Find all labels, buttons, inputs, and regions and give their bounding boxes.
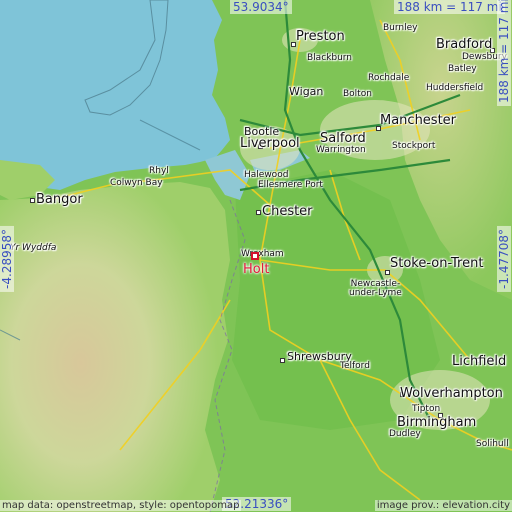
city-label-birmingham: Birmingham — [397, 415, 477, 430]
city-label-bangor: Bangor — [36, 192, 83, 207]
coord-top-latitude: 53.9034° — [230, 0, 292, 14]
city-dot-chester — [256, 210, 261, 215]
city-label-colwyn-bay: Colwyn Bay — [110, 178, 163, 188]
city-label-tipton: Tipton — [412, 404, 441, 414]
city-label-rhyl: Rhyl — [149, 166, 169, 176]
map-canvas[interactable]: Preston Burnley Bradford Blackburn Dewsb… — [0, 0, 512, 512]
city-label-burnley: Burnley — [383, 23, 418, 33]
city-label-dudley: Dudley — [389, 429, 421, 439]
city-label-wrexham: Wrexham — [241, 249, 284, 259]
city-label-wolverhampton: Wolverhampton — [400, 386, 503, 401]
location-marker[interactable] — [251, 252, 259, 260]
city-label-wigan: Wigan — [289, 85, 324, 98]
city-dot-bangor — [30, 198, 35, 203]
city-label-ellesmere-port: Ellesmere Port — [258, 180, 323, 190]
city-label-bolton: Bolton — [343, 89, 372, 99]
attribution-image-provider: image prov.: elevation.city — [374, 500, 512, 511]
scale-horizontal: 188 km = 117 mi — [394, 0, 505, 14]
city-label-salford: Salford — [320, 131, 366, 146]
city-label-halewood: Halewood — [244, 170, 289, 180]
attribution-map-data: map data: openstreetmap, style: opentopo… — [0, 500, 242, 511]
peak-label-yr-wyddfa: Yr Wyddfa — [10, 243, 57, 253]
city-label-manchester: Manchester — [380, 113, 457, 128]
city-label-newcastle-under-lyme: Newcastle- under-Lyme — [349, 279, 402, 298]
city-label-warrington: Warrington — [316, 145, 366, 155]
scale-vertical: 188 km = 117 mi — [497, 0, 511, 106]
city-label-liverpool: Liverpool — [240, 136, 300, 151]
city-label-lichfield: Lichfield — [452, 354, 507, 369]
coord-left-longitude: -4.28958° — [0, 226, 14, 292]
city-label-blackburn: Blackburn — [307, 53, 353, 63]
city-label-chester: Chester — [262, 204, 313, 219]
city-label-rochdale: Rochdale — [368, 73, 410, 83]
city-label-solihull: Solihull — [476, 439, 509, 449]
city-label-stoke-on-trent: Stoke-on-Trent — [390, 256, 484, 271]
coord-right-longitude: -1.47708° — [497, 226, 511, 292]
city-label-stockport: Stockport — [392, 141, 436, 151]
location-label-holt: Holt — [243, 262, 270, 277]
city-dot-shrewsbury — [280, 358, 285, 363]
city-label-bradford: Bradford — [436, 37, 493, 52]
city-label-batley: Batley — [448, 64, 477, 74]
city-label-telford: Telford — [340, 361, 370, 371]
city-label-preston: Preston — [296, 29, 345, 44]
city-label-huddersfield: Huddersfield — [426, 83, 484, 93]
